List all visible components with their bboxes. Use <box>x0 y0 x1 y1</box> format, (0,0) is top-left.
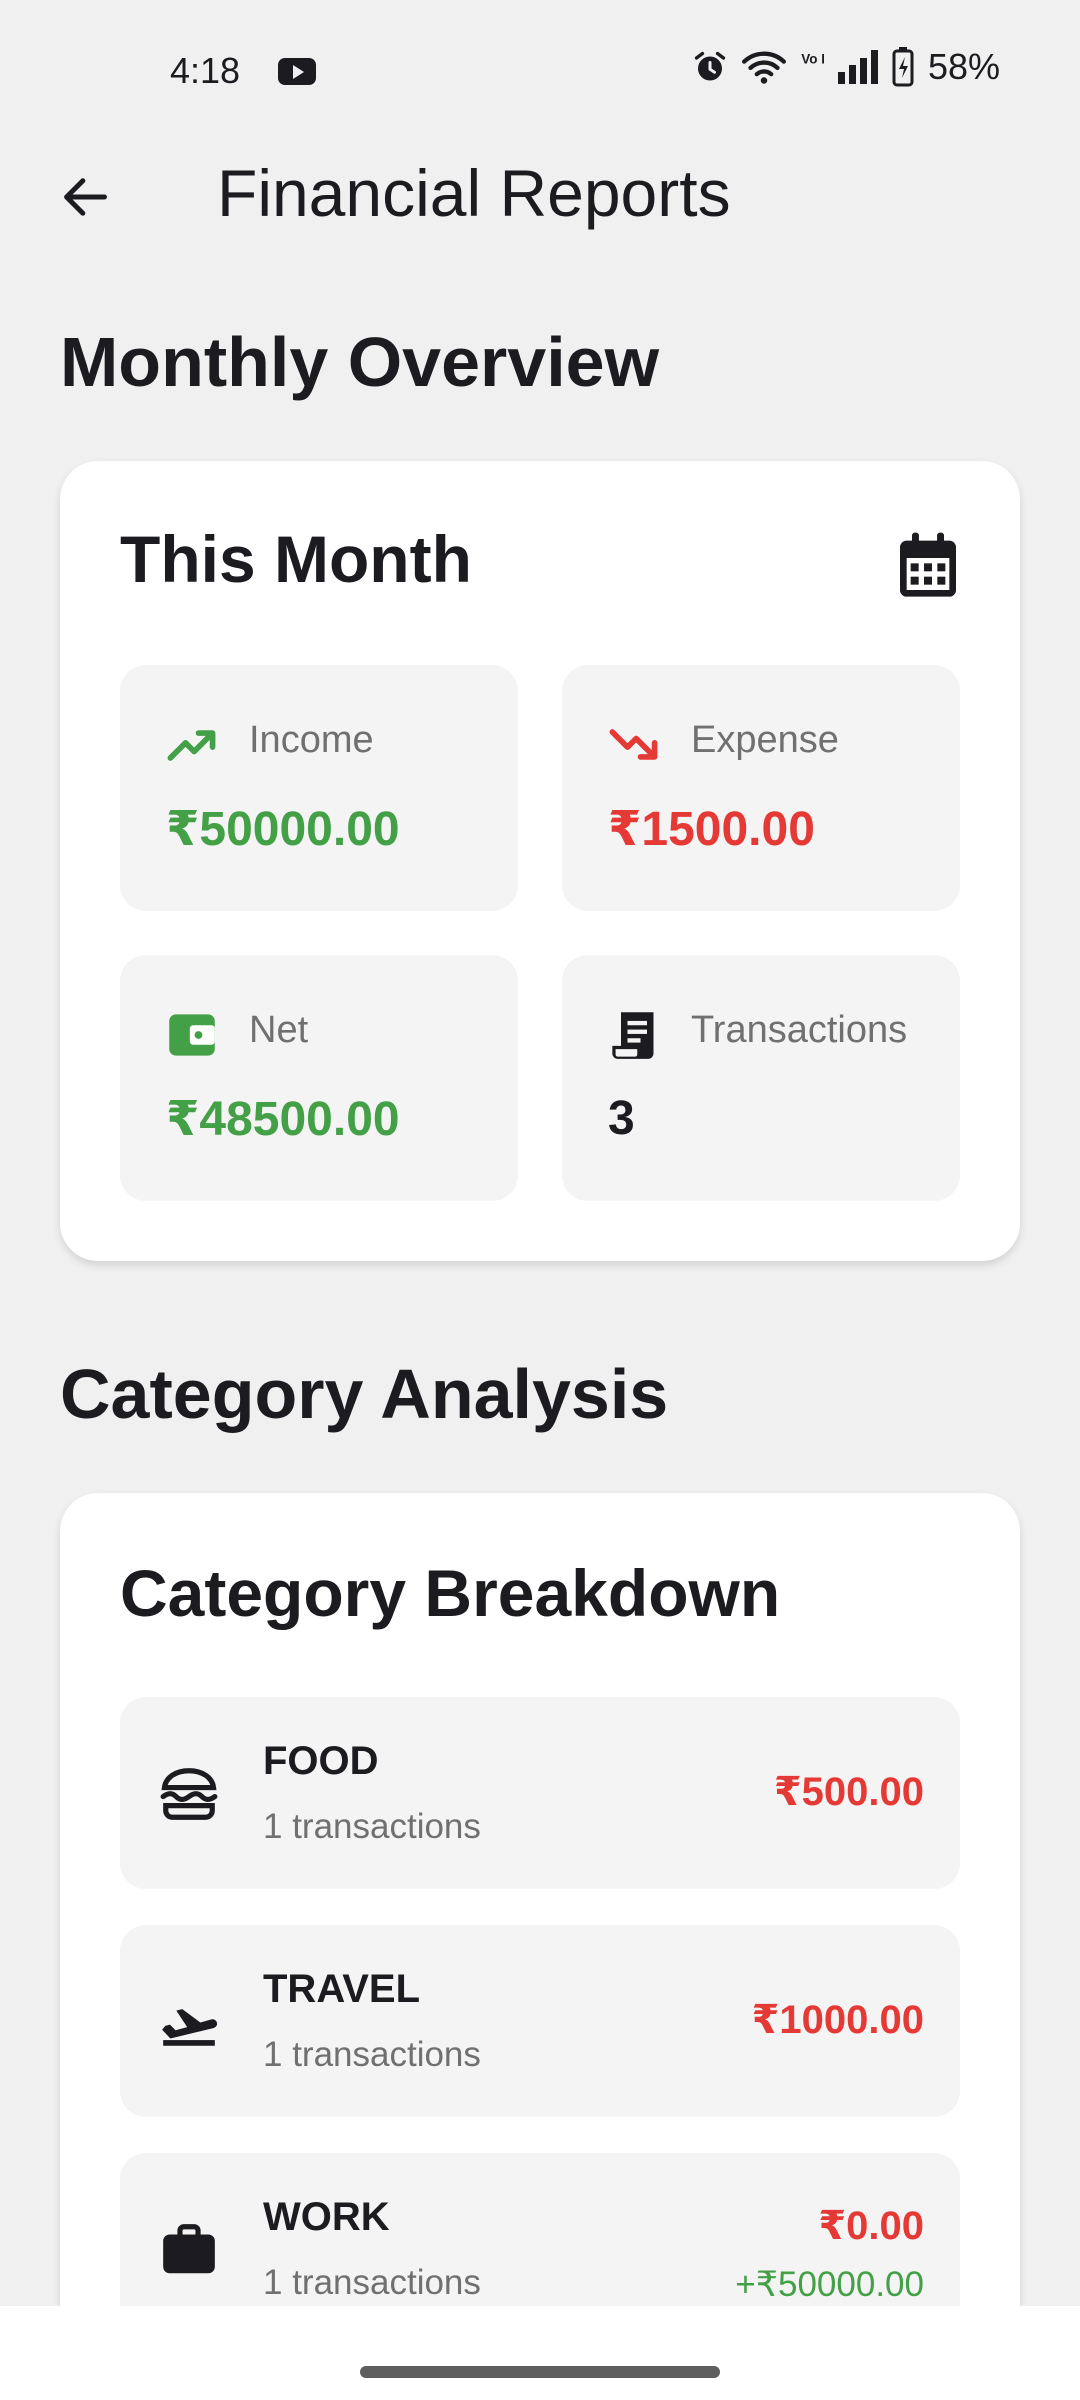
category-name: FOOD <box>263 1739 379 1783</box>
wallet-icon <box>169 1014 215 1056</box>
status-bar: 4:18 Vo LTE <box>0 0 1080 140</box>
expense-label: Expense <box>691 719 839 761</box>
this-month-card: This Month Income ₹50000.00 Expense ₹150… <box>60 461 1020 1261</box>
volte-icon: Vo LTE <box>801 51 824 66</box>
category-amount: ₹0.00 <box>818 2204 924 2248</box>
screen: 4:18 Vo LTE <box>0 0 1080 2400</box>
calendar-icon[interactable] <box>896 531 960 601</box>
expense-tile: Expense ₹1500.00 <box>562 665 960 911</box>
net-tile: Net ₹48500.00 <box>120 955 518 1201</box>
svg-text:Vo LTE: Vo LTE <box>801 51 824 66</box>
category-count: 1 transactions <box>263 2035 481 2074</box>
status-icons: Vo LTE 58% <box>692 46 1000 88</box>
briefcase-icon <box>163 2224 215 2274</box>
category-count: 1 transactions <box>263 1807 481 1846</box>
youtube-notification-icon <box>278 58 316 85</box>
app-bar: Financial Reports <box>0 140 1080 240</box>
trending-up-icon <box>167 730 216 761</box>
expense-value: ₹1500.00 <box>608 803 815 856</box>
status-time: 4:18 <box>170 50 241 91</box>
transactions-tile: Transactions 3 <box>562 955 960 1201</box>
alarm-icon <box>694 51 726 81</box>
category-income: +₹50000.00 <box>735 2265 924 2304</box>
signal-icon <box>837 50 878 84</box>
receipt-icon <box>612 1012 654 1059</box>
category-name: WORK <box>263 2195 390 2239</box>
category-analysis-heading: Category Analysis <box>60 1355 669 1433</box>
transactions-label: Transactions <box>691 1009 908 1051</box>
navigation-bar <box>0 2306 1080 2400</box>
net-label: Net <box>249 1009 309 1051</box>
page-title: Financial Reports <box>217 156 731 230</box>
back-button[interactable] <box>40 152 130 242</box>
category-breakdown-card: Category Breakdown FOOD 1 transactions ₹… <box>60 1493 1020 2345</box>
trending-down-icon <box>609 729 658 760</box>
category-amount: ₹500.00 <box>773 1770 924 1814</box>
battery-charging-icon <box>892 47 914 87</box>
burger-icon <box>160 1768 218 1820</box>
battery-percent: 58% <box>927 46 1000 87</box>
category-breakdown-title: Category Breakdown <box>120 1556 781 1630</box>
category-count: 1 transactions <box>263 2263 481 2302</box>
wifi-icon <box>741 51 786 84</box>
arrow-back-icon <box>64 178 107 216</box>
income-label: Income <box>249 719 374 761</box>
this-month-title: This Month <box>120 522 472 596</box>
income-tile: Income ₹50000.00 <box>120 665 518 911</box>
transactions-value: 3 <box>608 1092 635 1145</box>
home-indicator[interactable] <box>360 2366 720 2378</box>
income-value: ₹50000.00 <box>166 803 400 856</box>
category-name: TRAVEL <box>263 1967 421 2011</box>
category-row-travel[interactable]: TRAVEL 1 transactions ₹1000.00 <box>120 1925 960 2117</box>
flight-takeoff-icon <box>162 2009 218 2046</box>
net-value: ₹48500.00 <box>166 1093 400 1146</box>
monthly-overview-heading: Monthly Overview <box>60 323 660 401</box>
category-amount: ₹1000.00 <box>751 1998 924 2042</box>
category-row-food[interactable]: FOOD 1 transactions ₹500.00 <box>120 1697 960 1889</box>
